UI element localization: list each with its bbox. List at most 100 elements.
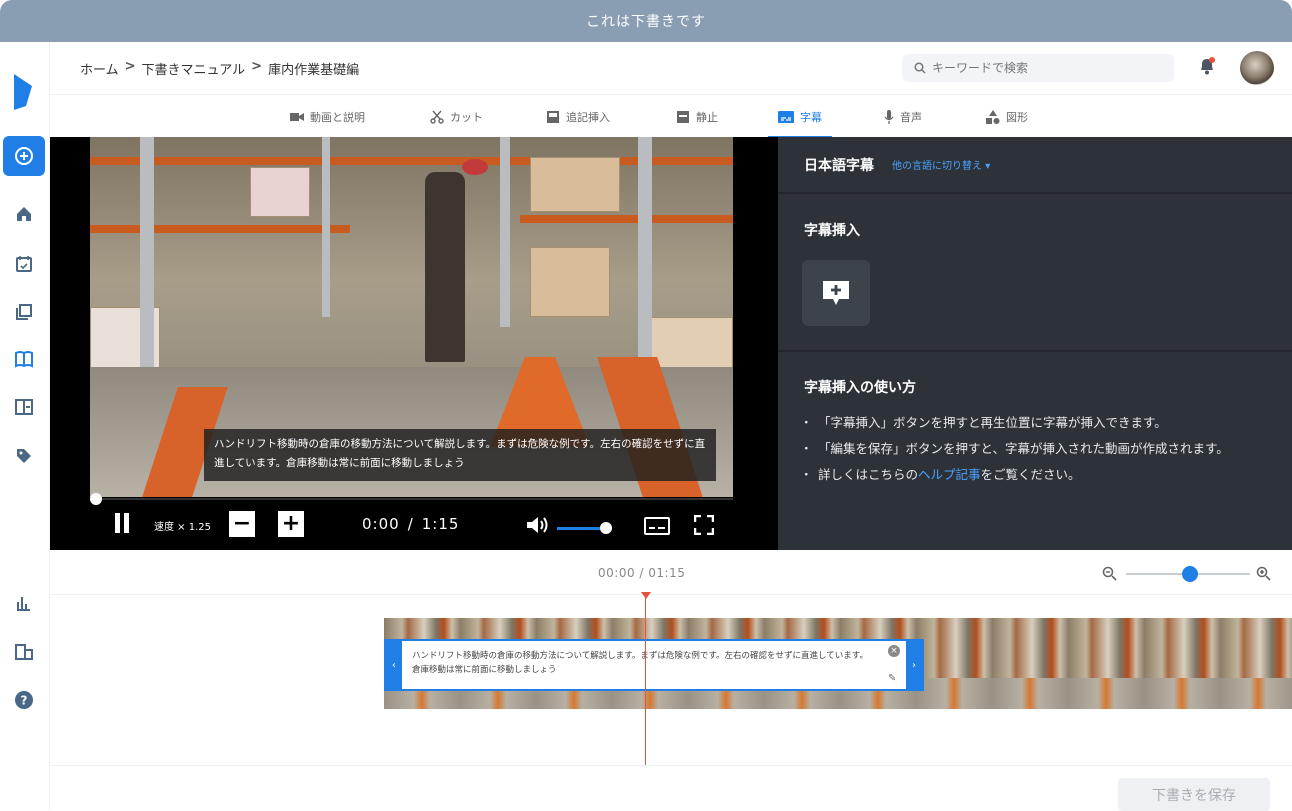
tab-label: 字幕: [800, 110, 822, 124]
insert-icon: [547, 110, 559, 123]
freeze-icon: [677, 110, 689, 123]
sidebar-item-organization[interactable]: [3, 632, 45, 672]
worker: [425, 172, 465, 362]
sidebar-item-analytics[interactable]: [3, 583, 45, 623]
video-frame[interactable]: ハンドリフト移動時の倉庫の移動方法について解説します。まずは危険な例です。左右の…: [90, 137, 733, 497]
howto-text: 詳しくはこちらの: [818, 467, 919, 482]
sidebar: ?: [0, 42, 50, 810]
tab-cut[interactable]: カット: [430, 95, 483, 138]
rack-post: [322, 137, 330, 317]
fullscreen-icon: [694, 515, 714, 535]
save-draft-button[interactable]: 下書きを保存: [1118, 778, 1270, 811]
caret-down-icon: ▾: [985, 161, 991, 172]
worker-cap: [462, 159, 488, 175]
stacked-pages-icon: [16, 304, 32, 320]
search-icon: [914, 62, 926, 74]
clip-right-handle[interactable]: ›: [906, 641, 922, 689]
svg-text:?: ?: [21, 694, 28, 708]
sidebar-item-create[interactable]: [3, 136, 45, 176]
sidebar-item-manuals[interactable]: [3, 339, 45, 379]
subtitle-clip[interactable]: ‹ ハンドリフト移動時の倉庫の移動方法について解説します。まずは危険な例です。左…: [384, 639, 924, 691]
video-player: ハンドリフト移動時の倉庫の移動方法について解説します。まずは危険な例です。左右の…: [50, 137, 778, 550]
insert-label: 字幕挿入: [804, 223, 860, 239]
add-circle-icon: [15, 147, 33, 165]
insert-subtitle-button[interactable]: [802, 260, 870, 326]
sidebar-item-panel[interactable]: [3, 387, 45, 427]
tab-shapes[interactable]: 図形: [986, 95, 1028, 138]
howto-text: をご覧ください。: [980, 467, 1081, 482]
tab-label: 図形: [1006, 110, 1028, 124]
subtitles-icon: [778, 110, 794, 123]
seek-bar[interactable]: [90, 493, 733, 505]
playhead-line[interactable]: [645, 596, 646, 766]
breadcrumb-separator: >: [124, 59, 136, 74]
add-comment-icon: [823, 281, 849, 305]
volume-button[interactable]: [526, 515, 550, 535]
volume-icon: [527, 517, 548, 533]
timeline-divider: [50, 594, 1292, 595]
sidebar-item-help[interactable]: ?: [3, 680, 45, 720]
pause-button[interactable]: [114, 513, 130, 533]
tab-label: 音声: [900, 110, 922, 124]
captions-toggle[interactable]: [644, 517, 670, 535]
breadcrumb-home[interactable]: ホーム: [80, 59, 119, 78]
timeline-time: 00:00 / 01:15: [598, 566, 686, 580]
tab-video-description[interactable]: 動画と説明: [290, 95, 365, 138]
fullscreen-button[interactable]: [694, 515, 714, 535]
app-logo[interactable]: [12, 72, 34, 114]
zoom-handle[interactable]: [1182, 566, 1198, 582]
clip-left-handle[interactable]: ‹: [386, 641, 402, 689]
footer: 下書きを保存: [50, 765, 1292, 811]
tab-label: 静止: [696, 110, 718, 124]
tab-label: カット: [450, 110, 483, 124]
current-time: 0:00: [362, 515, 400, 533]
volume-handle[interactable]: [600, 522, 612, 534]
insert-section: 字幕挿入: [778, 196, 1292, 352]
top-bar: ホーム > 下書きマニュアル > 庫内作業基礎編: [50, 42, 1292, 94]
help-icon: ?: [15, 691, 33, 709]
home-icon: [17, 207, 31, 221]
panel-title: 日本語字幕: [804, 157, 874, 174]
tab-label: 追記挿入: [566, 110, 610, 124]
sidebar-item-tags[interactable]: [3, 436, 45, 476]
tab-subtitles[interactable]: 字幕: [768, 95, 832, 138]
scissors-icon: [430, 110, 444, 124]
speed-up-button[interactable]: +: [278, 511, 304, 537]
playback-speed[interactable]: 速度 × 1.25: [154, 518, 211, 533]
playhead-marker[interactable]: [641, 592, 651, 599]
switch-language-link[interactable]: 他の言語に切り替え ▾: [892, 157, 990, 172]
seek-handle[interactable]: [90, 493, 102, 505]
zoom-out-icon[interactable]: [1102, 566, 1118, 582]
clip-delete-button[interactable]: ×: [888, 645, 900, 657]
boxes: [530, 247, 610, 317]
subtitle-panel: 日本語字幕 他の言語に切り替え ▾ 字幕挿入 字幕挿入の使い方 「字幕挿入」ボタ…: [778, 137, 1292, 550]
speed-down-button[interactable]: −: [229, 511, 255, 537]
shelf-beam: [90, 225, 350, 233]
bar-chart-icon: [17, 597, 30, 611]
video-camera-icon: [290, 112, 304, 121]
shapes-icon: [986, 109, 1000, 124]
edit-pencil-icon[interactable]: ✎: [888, 673, 896, 684]
howto-item: 詳しくはこちらのヘルプ記事をご覧ください。: [800, 465, 1274, 484]
zoom-in-icon[interactable]: [1256, 566, 1272, 582]
notifications-button[interactable]: [1198, 56, 1216, 80]
tab-audio[interactable]: 音声: [884, 95, 922, 138]
captions-icon: [644, 517, 670, 535]
avatar[interactable]: [1240, 51, 1274, 85]
total-duration: 1:15: [421, 515, 460, 533]
help-article-link[interactable]: ヘルプ記事: [918, 467, 981, 482]
calendar-check-icon: [16, 256, 32, 272]
breadcrumb-folder[interactable]: 下書きマニュアル: [142, 59, 246, 78]
breadcrumb-current: 庫内作業基礎編: [268, 63, 360, 78]
tab-insert[interactable]: 追記挿入: [546, 95, 610, 138]
search-box[interactable]: [902, 54, 1174, 82]
sidebar-item-home[interactable]: [3, 194, 45, 234]
playback-time: 0:00 / 1:15: [362, 515, 459, 533]
sidebar-item-calendar[interactable]: [3, 244, 45, 284]
sidebar-item-library[interactable]: [3, 292, 45, 332]
tab-freeze[interactable]: 静止: [676, 95, 718, 138]
shelf-beam: [90, 157, 733, 165]
breadcrumb-separator: >: [251, 59, 263, 74]
howto-title: 字幕挿入の使い方: [804, 380, 916, 396]
search-input[interactable]: [932, 61, 1152, 75]
